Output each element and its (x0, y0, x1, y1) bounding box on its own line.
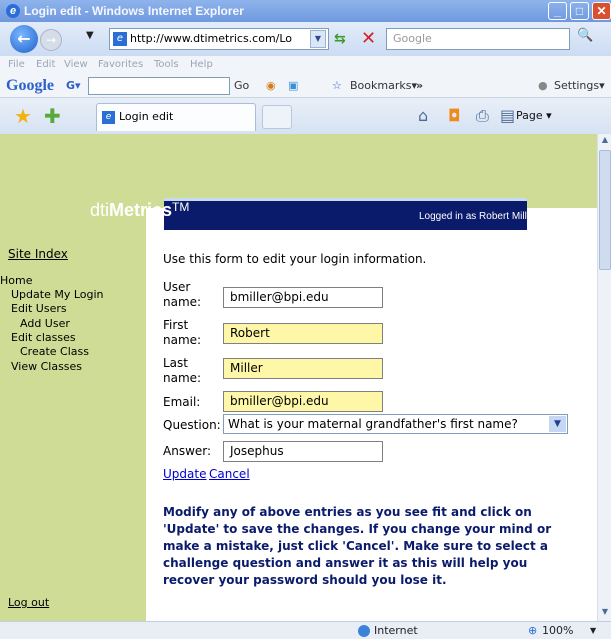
menu-tools[interactable]: Tools (154, 56, 179, 74)
sidebar-item-edit-classes[interactable]: Edit classes (11, 331, 76, 344)
menu-bar: File Edit View Favorites Tools Help (0, 56, 611, 74)
maximize-button[interactable]: □ (570, 2, 589, 20)
logout-link[interactable]: Log out (8, 596, 49, 609)
page-icon[interactable]: ▤ (500, 106, 515, 125)
sidebar-item-update-my-login[interactable]: Update My Login (11, 288, 104, 301)
page-icon: e (113, 32, 127, 46)
tab-login-edit[interactable]: e Login edit (96, 103, 256, 131)
google-go-button[interactable]: Go (234, 79, 249, 92)
address-dropdown-icon[interactable]: ▼ (310, 30, 326, 48)
answer-label: Answer: (163, 444, 212, 458)
menu-view[interactable]: View (64, 56, 88, 74)
email-field[interactable]: bmiller@bpi.edu (223, 391, 383, 412)
search-input[interactable]: Google (386, 28, 570, 50)
search-icon[interactable]: 🔍 (577, 28, 595, 50)
answer-field[interactable]: Josephus (223, 441, 383, 462)
menu-help[interactable]: Help (190, 56, 213, 74)
question-select-value: What is your maternal grandfather's firs… (228, 417, 518, 431)
page-menu-button[interactable]: Page ▾ (516, 109, 552, 122)
tab-bar: ★ ✚ e Login edit ⌂ ◘ ⎙ ▤ Page ▾ (0, 98, 611, 134)
scroll-up-icon[interactable]: ▲ (599, 135, 611, 147)
status-bar: Internet ⊕ 100% ▼ (0, 621, 611, 639)
bookmarks-menu[interactable]: Bookmarks▾ (350, 79, 417, 92)
back-button[interactable]: ← (10, 25, 38, 53)
bookmark-star-icon[interactable]: ☆ (332, 79, 342, 92)
logged-in-status: Logged in as Robert Miller. (419, 211, 538, 222)
forward-button[interactable]: → (40, 29, 62, 51)
cancel-link[interactable]: Cancel (209, 467, 250, 481)
firstname-label: First name: (163, 318, 202, 347)
add-favorite-icon[interactable]: ✚ (44, 104, 61, 128)
security-zone: Internet (374, 624, 418, 637)
chevron-down-icon[interactable]: ▼ (549, 416, 566, 432)
close-button[interactable]: ✕ (592, 2, 611, 20)
home-icon[interactable]: ⌂ (418, 106, 428, 125)
zoom-icon[interactable]: ⊕ (528, 622, 537, 639)
pagerank-icon[interactable]: ◉ (266, 79, 276, 92)
settings-menu[interactable]: Settings▾ (554, 79, 605, 92)
print-icon[interactable]: ⎙ (476, 106, 489, 126)
settings-icon[interactable]: ● (538, 79, 548, 92)
update-link[interactable]: Update (163, 467, 206, 481)
google-logo: Google (6, 77, 54, 94)
google-g-button[interactable]: G▾ (66, 79, 81, 92)
minimize-button[interactable]: _ (548, 2, 567, 20)
sidebar-item-edit-users[interactable]: Edit Users (11, 302, 67, 315)
help-text: Modify any of above entries as you see f… (163, 505, 552, 587)
ie-logo-icon: e (6, 4, 20, 18)
vertical-scrollbar[interactable]: ▲ ▼ (597, 134, 611, 621)
zoom-level[interactable]: 100% (542, 622, 573, 639)
more-chevron[interactable]: » (416, 79, 423, 92)
google-search-input[interactable] (88, 77, 230, 95)
lastname-field[interactable]: Miller (223, 358, 383, 379)
address-text: http://www.dtimetrics.com/Lo (130, 32, 293, 45)
scrollbar-thumb[interactable] (599, 150, 611, 270)
favorites-star-icon[interactable]: ★ (14, 104, 32, 128)
stop-icon[interactable]: ✕ (361, 28, 376, 49)
logo-bold: Metrics (109, 200, 173, 220)
site-logo: dtiMetricsTM (90, 200, 189, 221)
logo-prefix: dti (90, 200, 110, 220)
feeds-icon[interactable]: ◘ (448, 106, 461, 125)
firstname-field[interactable]: Robert (223, 323, 383, 344)
question-select[interactable]: What is your maternal grandfather's firs… (223, 414, 568, 434)
sidebar-item-view-classes[interactable]: View Classes (11, 360, 82, 373)
navigation-bar: ← → ▼ e http://www.dtimetrics.com/Lo ▼ ⇆… (0, 22, 611, 56)
tab-page-icon: e (102, 111, 115, 124)
history-dropdown-icon[interactable]: ▼ (86, 30, 94, 41)
new-tab-button[interactable] (262, 105, 292, 129)
lastname-label: Last name: (163, 356, 202, 385)
question-label: Question: (163, 418, 221, 432)
popup-blocker-icon[interactable]: ▣ (288, 79, 298, 92)
site-index-link[interactable]: Site Index (8, 247, 68, 261)
tab-label: Login edit (119, 110, 174, 123)
logo-tm: TM (172, 200, 190, 214)
username-label: User name: (163, 280, 202, 309)
username-field[interactable]: bmiller@bpi.edu (223, 287, 383, 308)
banner (146, 134, 597, 230)
menu-edit[interactable]: Edit (36, 56, 55, 74)
menu-file[interactable]: File (8, 56, 25, 74)
scroll-down-icon[interactable]: ▼ (599, 607, 611, 619)
menu-favorites[interactable]: Favorites (98, 56, 143, 74)
window-titlebar: e Login edit - Windows Internet Explorer… (0, 0, 611, 22)
sidebar-item-add-user[interactable]: Add User (20, 317, 70, 330)
refresh-icon[interactable]: ⇆ (334, 31, 346, 47)
email-label: Email: (163, 395, 201, 409)
form-intro: Use this form to edit your login informa… (163, 252, 427, 266)
zoom-dropdown-icon[interactable]: ▼ (590, 622, 596, 639)
address-bar[interactable]: e http://www.dtimetrics.com/Lo (109, 28, 329, 50)
google-toolbar: Google G▾ Go ◉ ▣ ☆ Bookmarks▾ » ● Settin… (0, 74, 611, 98)
sidebar-item-create-class[interactable]: Create Class (20, 345, 89, 358)
window-title: Login edit - Windows Internet Explorer (24, 4, 244, 18)
internet-zone-icon (358, 625, 370, 637)
sidebar-item-home[interactable]: Home (0, 274, 32, 287)
